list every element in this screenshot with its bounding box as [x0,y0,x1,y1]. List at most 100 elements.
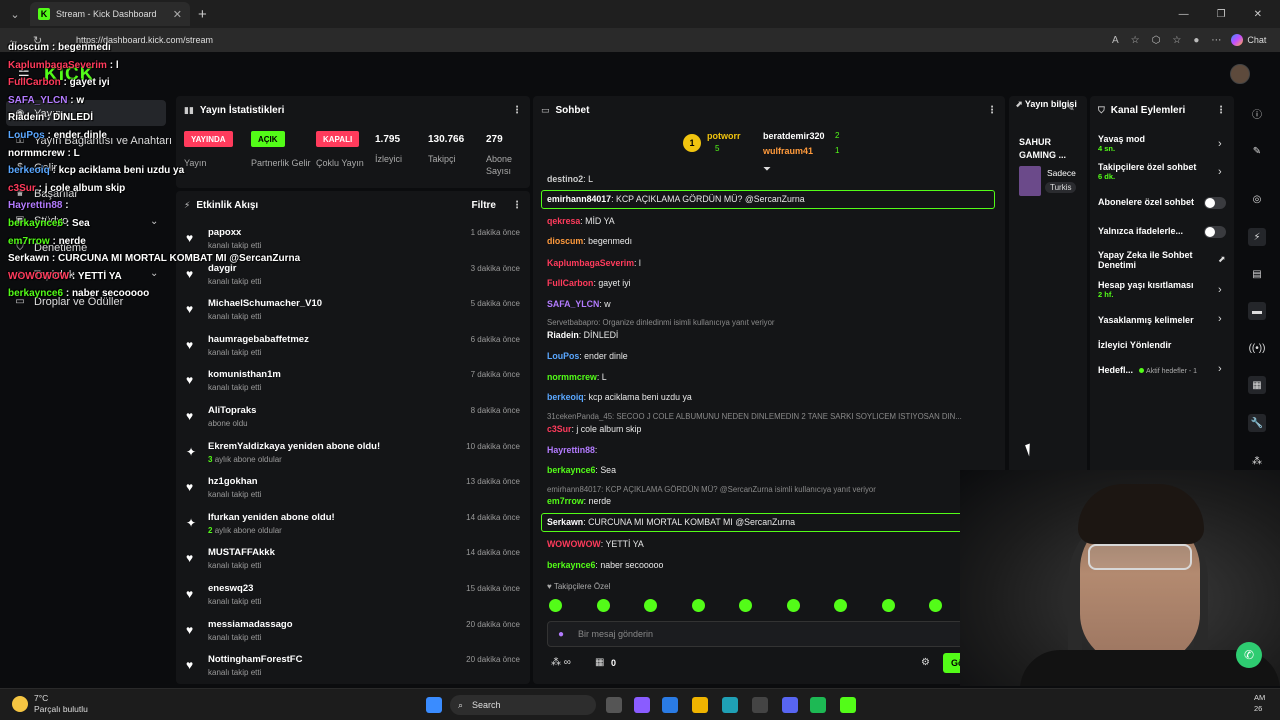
chat-username[interactable]: berkeoiq [547,392,584,402]
activity-username[interactable]: AliTopraks [208,405,256,416]
chevron-right-icon[interactable]: › [1218,313,1222,325]
followers-only-action[interactable]: Takipçilere özel sohbet 6 dk. [1098,162,1228,181]
more-options-icon[interactable]: ⋮ [512,200,522,211]
emote-icon[interactable] [596,599,610,612]
sidebar-item-denetleme[interactable]: ⛉ Denetleme [14,242,87,254]
chat-message[interactable]: Hayrettin88: [547,445,597,455]
activity-username[interactable]: MichaelSchumacher_V10 [208,298,322,309]
emote-icon[interactable] [739,599,752,612]
obs-icon[interactable] [752,697,768,713]
pin-icon[interactable]: ⏷ [763,164,771,175]
sidebar-item-basarilar[interactable]: ♛ Başarılar [14,188,79,200]
new-tab-button[interactable]: + [198,6,207,23]
activity-username[interactable]: hz1gokhan [208,476,258,487]
reply-context[interactable]: Servetbabapro: Organize dinledinmi isiml… [547,318,775,327]
camera-icon[interactable]: ◎ [1248,190,1266,208]
chat-message[interactable]: LouPos: ender dinle [547,351,628,361]
chat-message[interactable]: c3Sur: j cole album skip [547,424,641,434]
emote-icon[interactable] [929,599,942,612]
chat-message[interactable]: normmcrew: L [547,372,607,382]
emote-icon[interactable] [549,599,562,612]
chat-message[interactable]: WOWOWOW: YETTİ YA [547,539,644,549]
store-icon[interactable] [662,697,678,713]
reply-context[interactable]: emirhann84017: KCP AÇIKLAMA GÖRDÜN MÜ? @… [547,485,876,494]
chevron-down-icon[interactable]: ⌄ [150,268,158,279]
file-explorer-icon[interactable] [692,697,708,713]
emote-icon[interactable] [834,599,847,612]
favorite-star-icon[interactable]: ☆ [1131,35,1140,46]
more-options-icon[interactable]: ⋮ [512,105,522,116]
edit-icon[interactable]: ✎ [1067,103,1075,114]
copilot-chat-button[interactable]: Chat [1231,34,1266,46]
chat-username[interactable]: Serkawn [547,517,583,527]
extensions-icon[interactable]: ⬡ [1152,35,1161,46]
tab-close-icon[interactable]: ✕ [173,8,182,21]
chat-bubble-icon[interactable]: ▬ [1248,302,1266,320]
maximize-button[interactable]: ❐ [1217,9,1226,20]
chat-input[interactable]: ● Bir mesaj gönderin ☻ [547,621,993,647]
spotify-icon[interactable] [810,697,826,713]
chat-message[interactable]: dioscum: begenmedı [547,236,632,246]
kick-logo[interactable]: KICK [44,64,94,86]
menu-icon[interactable]: ☰ [18,68,30,84]
chevron-right-icon[interactable]: › [1218,138,1222,150]
pencil-icon[interactable]: ✎ [1248,142,1266,160]
back-icon[interactable]: ← [8,34,19,47]
sidebar-item-topluluk[interactable]: ☺ Topluluk [14,269,74,281]
chevron-down-icon[interactable]: ⌄ [150,216,158,227]
browser-tab[interactable]: K Stream - Kick Dashboard ✕ [30,2,190,26]
wrench-icon[interactable]: 🔧 [1248,414,1266,432]
chat-message[interactable]: Riadein: DİNLEDİ [547,330,618,340]
chat-message[interactable]: berkaynce6: Sea [547,465,616,475]
chat-username[interactable]: normmcrew [547,372,597,382]
emote-icon[interactable] [786,599,800,612]
info-icon[interactable]: ⓘ [1248,104,1266,122]
sidebar-item-stream-key[interactable]: ⚿ Yayın Bağlantısı ve Anahtarı [14,135,172,147]
sidebar-item-yayin[interactable]: ◉ Yayın [14,108,62,120]
start-icon[interactable] [426,697,442,713]
whatsapp-icon[interactable]: ✆ [1236,642,1262,668]
chat-username[interactable]: em7rrow [547,496,584,506]
discord-icon[interactable] [782,697,798,713]
filter-button[interactable]: Filtre [472,200,496,211]
points-icon[interactable]: ▦ [595,657,604,668]
reply-context[interactable]: 31cekenPanda_45: SECOO J COLE ALBUMUNU N… [547,412,962,421]
chat-message[interactable]: emirhann84017: KCP AÇIKLAMA GÖRDÜN MÜ? @… [547,194,805,204]
weather-widget[interactable]: 7°C Parçalı bulutlu [12,693,88,715]
external-link-icon[interactable]: ⬈ [1218,254,1226,265]
chevron-right-icon[interactable]: › [1218,284,1222,296]
ai-moderation-action[interactable]: Yapay Zeka ile Sohbet Denetimi [1098,250,1216,271]
chat-username[interactable]: SAFA_YLCN [547,299,599,309]
chat-message[interactable]: em7rrow: nerde [547,496,611,506]
chat-username[interactable]: dioscum [547,236,583,246]
sidebar-item-droplar[interactable]: ▭ Droplar ve Ödüller [14,296,123,308]
emote-icon[interactable] [644,599,657,612]
system-clock[interactable]: AM 26 [1254,693,1265,714]
chat-username[interactable]: Riadein [547,330,579,340]
read-aloud-icon[interactable]: A [1112,35,1119,46]
mic-icon[interactable]: ● [558,629,564,640]
activity-username[interactable]: daygir [208,263,237,274]
emote-icon[interactable] [881,599,895,612]
users-icon[interactable]: ⁂ [1248,452,1266,470]
leaderboard-user[interactable]: wulfraum41 [763,146,813,156]
activity-username[interactable]: haumragebabaffetmez [208,334,309,345]
edge-icon[interactable] [722,697,738,713]
chat-username[interactable]: Hayrettin88 [547,445,595,455]
goals-action[interactable]: Hedefl... Aktif hedefler - 1 [1098,365,1228,375]
activity-username[interactable]: komunisthan1m [208,369,281,380]
activity-username[interactable]: EkremYaldizkaya yeniden abone oldu! [208,441,380,452]
activity-username[interactable]: Ifurkan yeniden abone oldu! [208,512,335,523]
favorites-icon[interactable]: ☆ [1172,35,1181,46]
document-icon[interactable]: ▤ [1248,265,1266,283]
chat-username[interactable]: berkaynce6 [547,560,595,570]
sidebar-item-gelir[interactable]: $ Gelir [14,162,57,174]
chat-username[interactable]: berkaynce6 [547,465,595,475]
activity-username[interactable]: eneswq23 [208,583,253,594]
chat-username[interactable]: LouPos [547,351,579,361]
chat-message[interactable]: qekresa: MİD YA [547,216,615,226]
activity-username[interactable]: MUSTAFFAkkk [208,547,275,558]
chat-username[interactable]: destino2 [547,174,583,184]
subscribers-only-toggle[interactable] [1204,197,1226,209]
minimize-button[interactable]: — [1179,9,1189,20]
